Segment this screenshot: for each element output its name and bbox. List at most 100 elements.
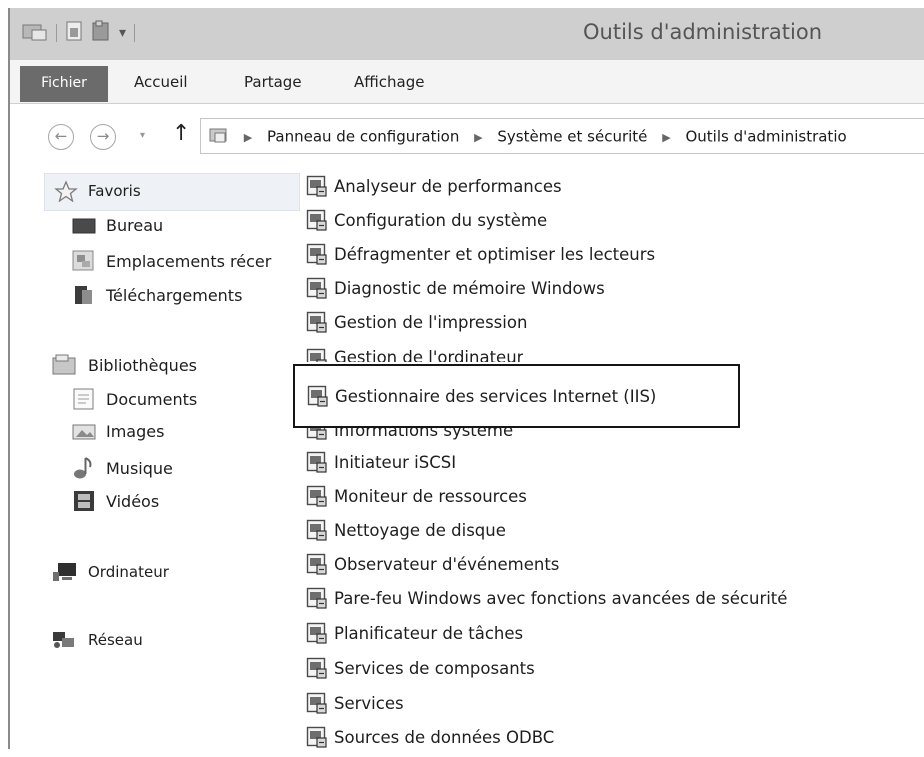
- quick-access-toolbar: ▾: [22, 20, 136, 46]
- back-button[interactable]: ←: [48, 124, 74, 150]
- file-item[interactable]: Sources de données ODBC: [306, 722, 554, 752]
- navigation-pane: Favoris Bureau Emplacements récer Téléch…: [30, 166, 300, 741]
- file-item[interactable]: Gestion de l'ordinateur: [306, 348, 523, 362]
- file-item-label: Nettoyage de disque: [334, 520, 506, 540]
- file-item[interactable]: Planificateur de tâches: [306, 618, 523, 648]
- control-panel-icon: [209, 126, 229, 148]
- nav-item-label: Musique: [106, 458, 173, 478]
- videos-icon: [74, 491, 94, 511]
- nav-item-label: Bureau: [106, 216, 164, 235]
- star-icon: [54, 180, 78, 202]
- forward-button[interactable]: →: [90, 124, 116, 150]
- file-item[interactable]: Configuration du système: [306, 205, 547, 235]
- tab-affichage[interactable]: Affichage: [354, 69, 424, 95]
- recent-locations-dropdown[interactable]: ▾: [140, 130, 145, 141]
- admin-tool-icon: [306, 175, 328, 197]
- music-icon: [74, 457, 92, 479]
- nav-libraries[interactable]: Bibliothèques: [52, 354, 197, 376]
- breadcrumb-item[interactable]: Outils d'administratio: [685, 128, 846, 146]
- breadcrumb: ▶ Panneau de configuration ▶ Système et …: [209, 126, 847, 148]
- nav-item-videos[interactable]: Vidéos: [72, 490, 159, 512]
- file-item[interactable]: Analyseur de performances: [306, 171, 562, 201]
- nav-item-musique[interactable]: Musique: [72, 456, 173, 480]
- new-folder-icon[interactable]: [91, 20, 111, 46]
- admin-tool-icon: [306, 277, 328, 299]
- file-item-label: Observateur d'événements: [334, 554, 560, 574]
- admin-tool-icon: [306, 622, 328, 644]
- admin-tool-icon: [306, 519, 328, 541]
- file-item-label: Planificateur de tâches: [334, 623, 524, 643]
- customize-toolbar-icon[interactable]: ▾: [119, 25, 126, 41]
- admin-tool-icon: [306, 657, 328, 679]
- up-button[interactable]: ↑: [172, 121, 190, 146]
- chevron-right-icon: ▶: [474, 130, 483, 144]
- file-item[interactable]: Nettoyage de disque: [306, 515, 506, 545]
- window-title: Outils d'administration: [583, 20, 822, 44]
- nav-network[interactable]: Réseau: [52, 630, 143, 650]
- file-item-label: Initiateur iSCSI: [334, 452, 457, 472]
- file-item-label: Défragmenter et optimiser les lecteurs: [334, 244, 656, 264]
- toolbar-divider: [134, 24, 136, 42]
- nav-item-label: Vidéos: [106, 491, 160, 511]
- file-item[interactable]: Pare-feu Windows avec fonctions avancées…: [306, 583, 787, 613]
- file-item[interactable]: Informations système: [306, 428, 513, 440]
- admin-tool-icon: [306, 243, 328, 265]
- file-item-label: Diagnostic de mémoire Windows: [334, 278, 605, 298]
- properties-icon[interactable]: [65, 20, 83, 46]
- file-item[interactable]: Gestion de l'impression: [306, 307, 527, 337]
- file-item[interactable]: Diagnostic de mémoire Windows: [306, 273, 605, 303]
- breadcrumb-item[interactable]: Panneau de configuration: [267, 128, 459, 146]
- nav-libraries-label: Bibliothèques: [88, 355, 197, 375]
- nav-item-label: Images: [106, 422, 165, 441]
- chevron-right-icon: ▶: [243, 130, 253, 144]
- nav-computer-label: Ordinateur: [88, 563, 169, 581]
- tab-accueil[interactable]: Accueil: [134, 69, 188, 95]
- downloads-icon: [75, 286, 92, 304]
- nav-item-images[interactable]: Images: [72, 422, 164, 441]
- admin-tool-icon: [306, 451, 328, 473]
- documents-icon: [73, 388, 94, 410]
- nav-item-bureau[interactable]: Bureau: [72, 216, 163, 235]
- nav-network-label: Réseau: [88, 631, 143, 649]
- nav-item-documents[interactable]: Documents: [72, 388, 197, 410]
- admin-tool-icon: [306, 209, 328, 231]
- nav-favorites-label: Favoris: [88, 182, 141, 200]
- file-item[interactable]: Moniteur de ressources: [306, 481, 527, 511]
- nav-item-label: Documents: [106, 389, 198, 409]
- breadcrumb-item[interactable]: Système et sécurité: [497, 128, 647, 146]
- admin-tool-icon: [306, 692, 328, 714]
- file-item-label: Informations système: [334, 428, 514, 440]
- file-item-label: Sources de données ODBC: [334, 727, 555, 747]
- library-icon: [52, 354, 76, 375]
- file-item-label: Services de composants: [334, 658, 535, 678]
- tab-partage[interactable]: Partage: [244, 69, 302, 95]
- file-item-label: Gestionnaire des services Internet (IIS): [335, 386, 657, 406]
- highlighted-file-item[interactable]: Gestionnaire des services Internet (IIS): [293, 364, 740, 428]
- nav-item-label: Téléchargements: [106, 285, 243, 305]
- admin-tool-icon: [307, 385, 329, 407]
- title-bar: ▾ Outils d'administration: [8, 8, 924, 60]
- recent-places-icon: [72, 250, 94, 271]
- tab-fichier[interactable]: Fichier: [20, 66, 108, 102]
- file-item-label: Gestion de l'ordinateur: [334, 348, 524, 362]
- admin-tool-icon: [306, 726, 328, 748]
- file-item[interactable]: Services: [306, 688, 404, 718]
- nav-favorites[interactable]: Favoris: [54, 180, 141, 202]
- navigation-bar: ← → ▾ ↑ ▶ Panneau de configuration ▶ Sys…: [8, 104, 924, 168]
- folder-system-icon[interactable]: [22, 21, 48, 45]
- nav-item-label: Emplacements récer: [106, 251, 272, 271]
- file-item[interactable]: Services de composants: [306, 653, 535, 683]
- address-field[interactable]: ▶ Panneau de configuration ▶ Système et …: [200, 118, 924, 154]
- nav-computer[interactable]: Ordinateur: [52, 562, 169, 582]
- file-item[interactable]: Défragmenter et optimiser les lecteurs: [306, 239, 655, 269]
- network-icon: [53, 632, 74, 648]
- file-item[interactable]: Initiateur iSCSI: [306, 447, 456, 477]
- file-item[interactable]: Observateur d'événements: [306, 549, 559, 579]
- desktop-icon: [72, 218, 96, 233]
- file-item-label: Analyseur de performances: [334, 176, 562, 196]
- nav-item-telechargements[interactable]: Téléchargements: [72, 284, 242, 306]
- admin-tool-icon: [306, 311, 328, 333]
- nav-item-emplacements[interactable]: Emplacements récer: [72, 250, 271, 272]
- file-item-label: Gestion de l'impression: [334, 312, 528, 332]
- chevron-right-icon: ▶: [662, 130, 671, 144]
